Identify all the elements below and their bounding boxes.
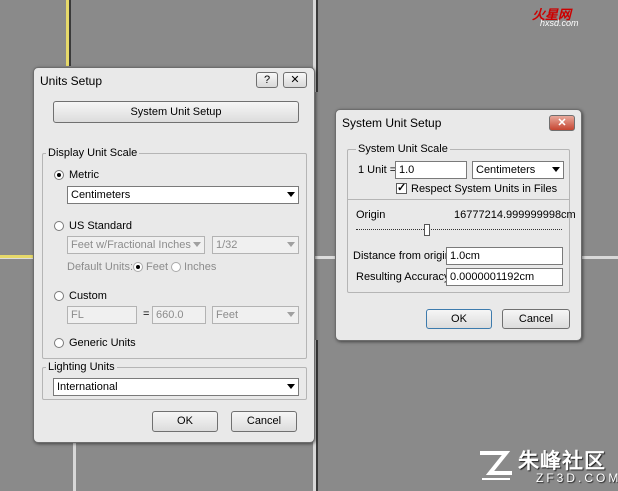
watermark-subtext: hxsd.com (540, 18, 579, 28)
viewport-highlight-line (0, 255, 36, 258)
ok-button[interactable]: OK (426, 309, 492, 329)
viewport-line (583, 256, 618, 259)
respect-units-checkbox[interactable]: ✓ (396, 183, 407, 194)
us-standard-radio[interactable] (54, 221, 64, 231)
dialog-title: System Unit Setup (342, 116, 442, 130)
custom-radio[interactable] (54, 291, 64, 301)
custom-label: Custom (69, 290, 107, 302)
metric-unit-select[interactable]: Centimeters (67, 186, 299, 204)
custom-unit-select[interactable]: Feet (212, 306, 299, 324)
distance-field[interactable]: 1.0cm (446, 247, 563, 265)
origin-slider[interactable] (356, 229, 562, 230)
chevron-down-icon (193, 242, 201, 247)
chevron-down-icon (287, 312, 295, 317)
chevron-down-icon (287, 242, 295, 247)
viewport-shadow-line (316, 340, 318, 491)
divider (348, 199, 569, 200)
close-button[interactable]: ✕ (549, 115, 575, 131)
group-label: Lighting Units (46, 361, 117, 373)
chevron-down-icon (287, 192, 295, 197)
close-button[interactable]: ✕ (283, 72, 307, 88)
select-value: Feet (216, 309, 239, 321)
inches-label: Inches (184, 261, 217, 273)
feet-label: Feet (146, 261, 169, 273)
system-unit-setup-dialog: System Unit Setup ✕ System Unit Scale 1 … (335, 109, 582, 341)
origin-value: 16777214.999999998cm (454, 209, 576, 221)
zf3d-logo-icon (480, 451, 512, 480)
button-label: OK (177, 415, 193, 427)
hxsd-watermark: 火星网 hxsd.com (518, 4, 610, 30)
one-unit-field[interactable]: 1.0 (395, 161, 467, 179)
equals-label: = (143, 308, 150, 320)
system-unit-select[interactable]: Centimeters (472, 161, 564, 179)
feet-radio[interactable] (133, 262, 143, 272)
custom-value-field[interactable]: 660.0 (152, 306, 206, 324)
chevron-down-icon (287, 384, 295, 389)
default-units-label: Default Units: (67, 261, 134, 273)
generic-units-label: Generic Units (69, 337, 136, 349)
group-label: Display Unit Scale (46, 147, 140, 159)
custom-name-field[interactable]: FL (67, 306, 137, 324)
button-label: System Unit Setup (130, 106, 222, 118)
ok-button[interactable]: OK (152, 411, 218, 432)
accuracy-label: Resulting Accuracy: (356, 271, 453, 283)
us-standard-label: US Standard (69, 220, 132, 232)
chevron-down-icon (552, 167, 560, 172)
us-fraction-select[interactable]: 1/32 (212, 236, 299, 254)
watermark-subtext: ZF3D.COM (536, 471, 618, 485)
select-value: Feet w/Fractional Inches (71, 239, 191, 251)
select-value: Centimeters (71, 189, 131, 201)
generic-units-radio[interactable] (54, 338, 64, 348)
select-value: International (57, 381, 118, 393)
accuracy-field[interactable]: 0.0000001192cm (446, 268, 563, 286)
metric-radio[interactable] (54, 170, 64, 180)
button-label: OK (451, 313, 467, 325)
lighting-units-select[interactable]: International (53, 378, 299, 396)
select-value: 1/32 (216, 239, 238, 251)
zf3d-watermark: 朱峰社区 ZF3D.COM (476, 445, 618, 487)
viewport-shadow-line (316, 0, 318, 92)
select-value: Centimeters (476, 164, 536, 176)
button-label: Cancel (246, 415, 282, 427)
origin-label: Origin (356, 209, 386, 221)
metric-label: Metric (69, 169, 99, 181)
one-unit-label: 1 Unit = (358, 164, 397, 176)
respect-units-label: Respect System Units in Files (411, 183, 558, 195)
distance-label: Distance from origin: (353, 250, 454, 262)
inches-radio[interactable] (171, 262, 181, 272)
dialog-title: Units Setup (40, 74, 103, 88)
system-unit-setup-button[interactable]: System Unit Setup (53, 101, 299, 123)
display-unit-scale-group (42, 153, 307, 359)
us-standard-select[interactable]: Feet w/Fractional Inches (67, 236, 205, 254)
units-setup-dialog: Units Setup ? ✕ System Unit Setup Displa… (33, 67, 315, 443)
cancel-button[interactable]: Cancel (231, 411, 297, 432)
button-label: Cancel (518, 313, 554, 325)
viewport-shadow-line (69, 0, 71, 66)
help-button[interactable]: ? (256, 72, 278, 88)
origin-slider-handle[interactable] (424, 224, 430, 236)
group-label: System Unit Scale (356, 143, 450, 155)
cancel-button[interactable]: Cancel (502, 309, 570, 329)
